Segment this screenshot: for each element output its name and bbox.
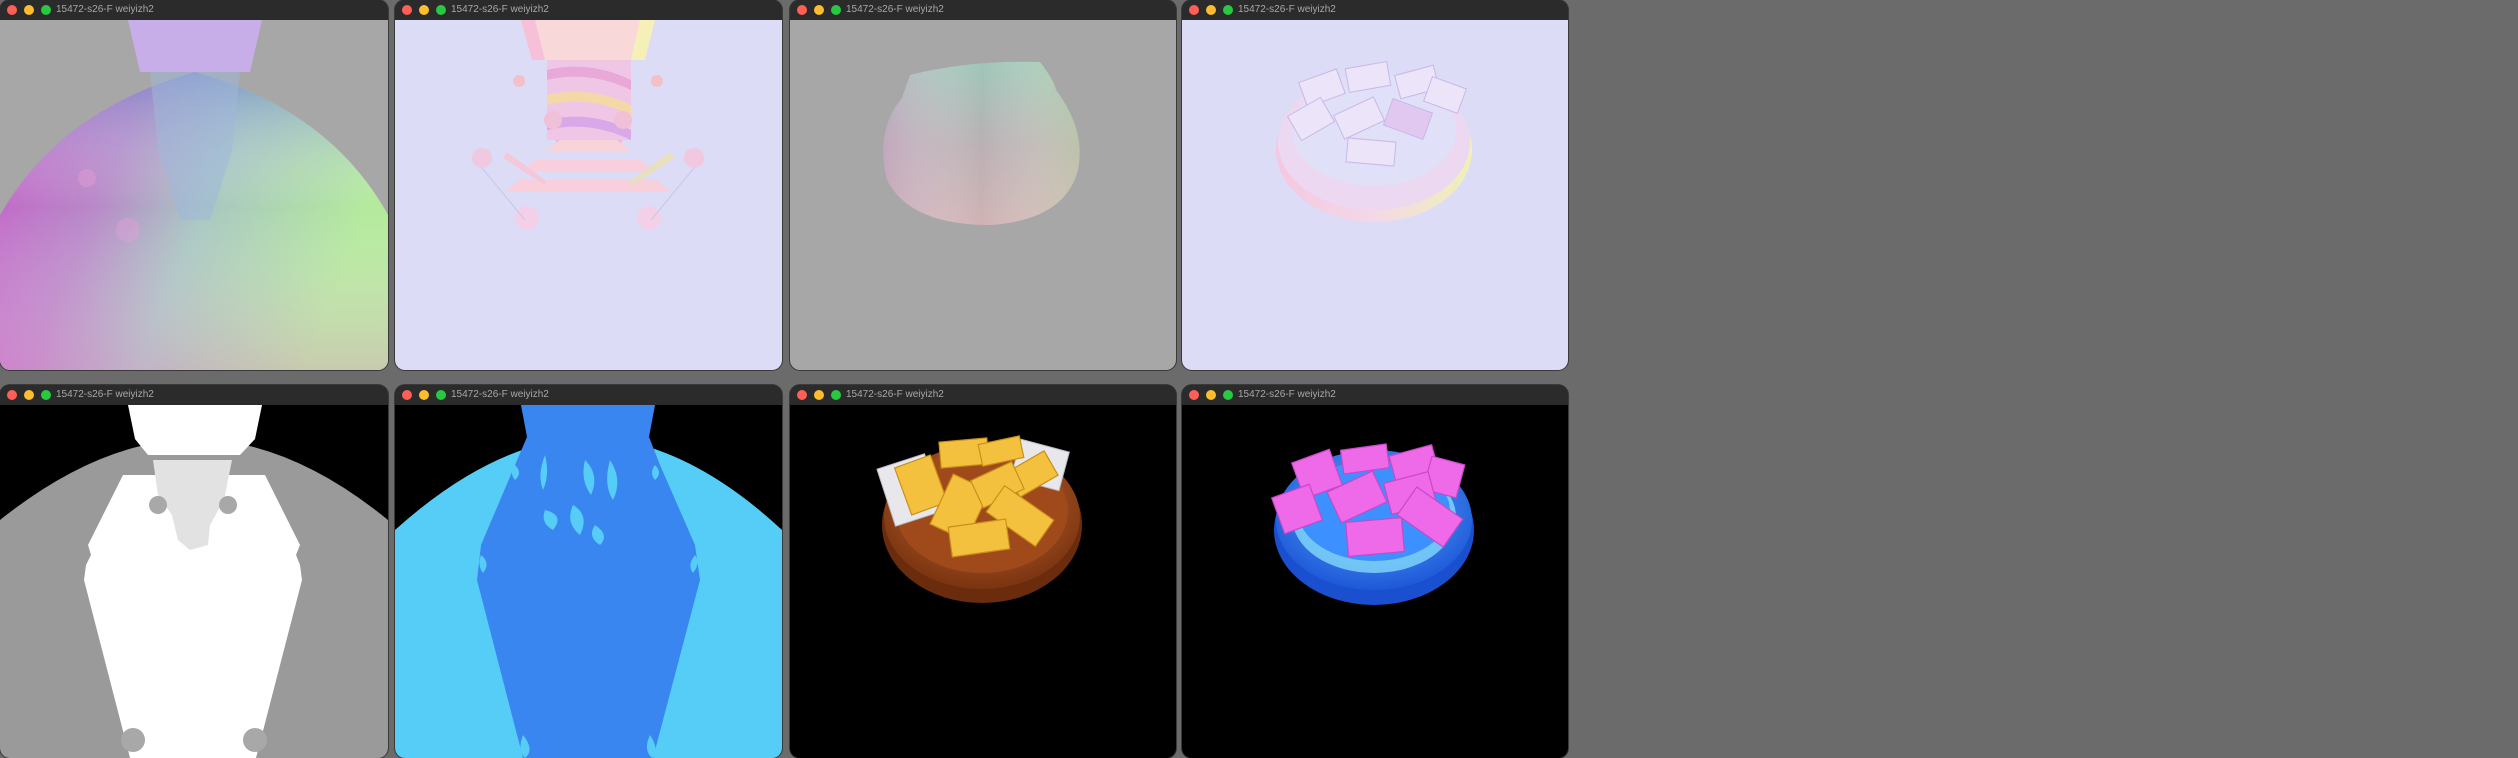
viewer-window-3[interactable]: 15472-s26-F weiyizh2 bbox=[790, 0, 1176, 370]
shaded-render bbox=[1182, 405, 1568, 758]
render-viewport[interactable] bbox=[0, 405, 388, 758]
window-title: 15472-s26-F weiyizh2 bbox=[451, 4, 549, 15]
title-bar[interactable]: 15472-s26-F weiyizh2 bbox=[395, 0, 782, 21]
minimize-button[interactable] bbox=[24, 390, 34, 400]
normal-map-render bbox=[0, 20, 388, 370]
zoom-button[interactable] bbox=[1223, 5, 1233, 15]
close-button[interactable] bbox=[797, 5, 807, 15]
minimize-button[interactable] bbox=[419, 5, 429, 15]
render-viewport[interactable] bbox=[395, 405, 782, 758]
zoom-button[interactable] bbox=[831, 5, 841, 15]
render-viewport[interactable] bbox=[395, 20, 782, 370]
title-bar[interactable]: 15472-s26-F weiyizh2 bbox=[790, 385, 1176, 406]
title-bar[interactable]: 15472-s26-F weiyizh2 bbox=[1182, 0, 1568, 21]
window-title: 15472-s26-F weiyizh2 bbox=[1238, 4, 1336, 15]
close-button[interactable] bbox=[7, 390, 17, 400]
close-button[interactable] bbox=[402, 390, 412, 400]
minimize-button[interactable] bbox=[814, 5, 824, 15]
render-viewport[interactable] bbox=[790, 405, 1176, 758]
minimize-button[interactable] bbox=[1206, 5, 1216, 15]
viewer-window-8[interactable]: 15472-s26-F weiyizh2 bbox=[1182, 385, 1568, 758]
render-viewport[interactable] bbox=[1182, 20, 1568, 370]
viewer-window-1[interactable]: 15472-s26-F weiyizh2 bbox=[0, 0, 388, 370]
normal-map-render bbox=[790, 20, 1176, 370]
title-bar[interactable]: 15472-s26-F weiyizh2 bbox=[0, 0, 388, 21]
title-bar[interactable]: 15472-s26-F weiyizh2 bbox=[0, 385, 388, 406]
title-bar[interactable]: 15472-s26-F weiyizh2 bbox=[790, 0, 1176, 21]
id-map-render bbox=[395, 405, 782, 758]
zoom-button[interactable] bbox=[41, 5, 51, 15]
viewer-window-4[interactable]: 15472-s26-F weiyizh2 bbox=[1182, 0, 1568, 370]
minimize-button[interactable] bbox=[419, 390, 429, 400]
normal-map-render bbox=[1182, 20, 1568, 370]
render-viewport[interactable] bbox=[1182, 405, 1568, 758]
window-title: 15472-s26-F weiyizh2 bbox=[56, 389, 154, 400]
title-bar[interactable]: 15472-s26-F weiyizh2 bbox=[395, 385, 782, 406]
close-button[interactable] bbox=[7, 5, 17, 15]
minimize-button[interactable] bbox=[814, 390, 824, 400]
title-bar[interactable]: 15472-s26-F weiyizh2 bbox=[1182, 385, 1568, 406]
viewer-window-2[interactable]: 15472-s26-F weiyizh2 bbox=[395, 0, 782, 370]
window-title: 15472-s26-F weiyizh2 bbox=[451, 389, 549, 400]
window-title: 15472-s26-F weiyizh2 bbox=[56, 4, 154, 15]
shaded-render bbox=[790, 405, 1176, 758]
zoom-button[interactable] bbox=[831, 390, 841, 400]
depth-map-render bbox=[0, 405, 388, 758]
viewer-window-6[interactable]: 15472-s26-F weiyizh2 bbox=[395, 385, 782, 758]
minimize-button[interactable] bbox=[1206, 390, 1216, 400]
twisted-column bbox=[547, 60, 631, 150]
window-title: 15472-s26-F weiyizh2 bbox=[846, 4, 944, 15]
window-title: 15472-s26-F weiyizh2 bbox=[1238, 389, 1336, 400]
close-button[interactable] bbox=[797, 390, 807, 400]
close-button[interactable] bbox=[402, 5, 412, 15]
zoom-button[interactable] bbox=[436, 5, 446, 15]
render-viewport[interactable] bbox=[790, 20, 1176, 370]
zoom-button[interactable] bbox=[41, 390, 51, 400]
close-button[interactable] bbox=[1189, 5, 1199, 15]
viewer-window-7[interactable]: 15472-s26-F weiyizh2 bbox=[790, 385, 1176, 758]
render-viewport[interactable] bbox=[0, 20, 388, 370]
zoom-button[interactable] bbox=[1223, 390, 1233, 400]
normal-map-render bbox=[395, 20, 782, 370]
minimize-button[interactable] bbox=[24, 5, 34, 15]
viewer-window-5[interactable]: 15472-s26-F weiyizh2 bbox=[0, 385, 388, 758]
zoom-button[interactable] bbox=[436, 390, 446, 400]
window-title: 15472-s26-F weiyizh2 bbox=[846, 389, 944, 400]
close-button[interactable] bbox=[1189, 390, 1199, 400]
